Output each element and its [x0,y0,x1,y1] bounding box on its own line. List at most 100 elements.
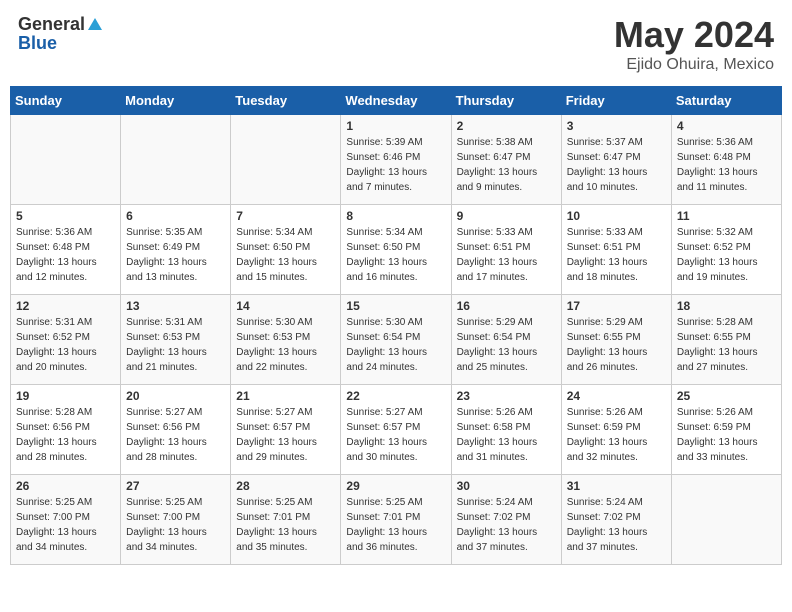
day-info: Sunrise: 5:33 AM Sunset: 6:51 PM Dayligh… [567,225,666,285]
day-number: 23 [457,389,556,403]
day-info: Sunrise: 5:25 AM Sunset: 7:00 PM Dayligh… [16,495,115,555]
calendar-week-row: 1 Sunrise: 5:39 AM Sunset: 6:46 PM Daylig… [11,115,782,205]
calendar-week-row: 12 Sunrise: 5:31 AM Sunset: 6:52 PM Dayli… [11,295,782,385]
day-number: 15 [346,299,445,313]
calendar-cell: 1 Sunrise: 5:39 AM Sunset: 6:46 PM Daylig… [341,115,451,205]
calendar-cell: 12 Sunrise: 5:31 AM Sunset: 6:52 PM Dayli… [11,295,121,385]
calendar-cell: 2 Sunrise: 5:38 AM Sunset: 6:47 PM Daylig… [451,115,561,205]
calendar-cell: 29 Sunrise: 5:25 AM Sunset: 7:01 PM Dayli… [341,475,451,565]
calendar-cell: 8 Sunrise: 5:34 AM Sunset: 6:50 PM Daylig… [341,205,451,295]
calendar-cell: 26 Sunrise: 5:25 AM Sunset: 7:00 PM Dayli… [11,475,121,565]
day-info: Sunrise: 5:31 AM Sunset: 6:53 PM Dayligh… [126,315,225,375]
day-info: Sunrise: 5:36 AM Sunset: 6:48 PM Dayligh… [677,135,776,195]
day-number: 10 [567,209,666,223]
day-number: 27 [126,479,225,493]
weekday-header-saturday: Saturday [671,87,781,115]
calendar-cell: 7Sunrise: 5:34 AM Sunset: 6:50 PM Daylig… [231,205,341,295]
day-info: Sunrise: 5:26 AM Sunset: 6:58 PM Dayligh… [457,405,556,465]
day-number: 8 [346,209,445,223]
day-info: Sunrise: 5:34 AM Sunset: 6:50 PM Dayligh… [346,225,445,285]
day-info: Sunrise: 5:31 AM Sunset: 6:52 PM Dayligh… [16,315,115,375]
calendar-header: SundayMondayTuesdayWednesdayThursdayFrid… [11,87,782,115]
calendar-cell: 14 Sunrise: 5:30 AM Sunset: 6:53 PM Dayli… [231,295,341,385]
calendar-cell: 16 Sunrise: 5:29 AM Sunset: 6:54 PM Dayli… [451,295,561,385]
month-title: May 2024 [614,14,774,56]
calendar-cell [671,475,781,565]
calendar-cell: 18Sunrise: 5:28 AM Sunset: 6:55 PM Dayli… [671,295,781,385]
calendar-cell: 31 Sunrise: 5:24 AM Sunset: 7:02 PM Dayli… [561,475,671,565]
day-number: 19 [16,389,115,403]
day-number: 26 [16,479,115,493]
calendar-cell: 27 Sunrise: 5:25 AM Sunset: 7:00 PM Dayli… [121,475,231,565]
calendar-cell: 17Sunrise: 5:29 AM Sunset: 6:55 PM Dayli… [561,295,671,385]
calendar-cell: 30 Sunrise: 5:24 AM Sunset: 7:02 PM Dayli… [451,475,561,565]
calendar-cell: 11 Sunrise: 5:32 AM Sunset: 6:52 PM Dayli… [671,205,781,295]
page-header: General Blue May 2024 Ejido Ohuira, Mexi… [10,10,782,78]
title-block: May 2024 Ejido Ohuira, Mexico [614,14,774,74]
calendar-cell: 3 Sunrise: 5:37 AM Sunset: 6:47 PM Daylig… [561,115,671,205]
day-info: Sunrise: 5:26 AM Sunset: 6:59 PM Dayligh… [677,405,776,465]
day-number: 17 [567,299,666,313]
day-number: 4 [677,119,776,133]
day-info: Sunrise: 5:35 AM Sunset: 6:49 PM Dayligh… [126,225,225,285]
weekday-header-tuesday: Tuesday [231,87,341,115]
day-info: Sunrise: 5:33 AM Sunset: 6:51 PM Dayligh… [457,225,556,285]
day-number: 16 [457,299,556,313]
calendar-cell: 22 Sunrise: 5:27 AM Sunset: 6:57 PM Dayli… [341,385,451,475]
day-number: 29 [346,479,445,493]
day-info: Sunrise: 5:29 AM Sunset: 6:54 PM Dayligh… [457,315,556,375]
logo-general-text: General [18,14,85,35]
calendar-cell: 4 Sunrise: 5:36 AM Sunset: 6:48 PM Daylig… [671,115,781,205]
day-number: 30 [457,479,556,493]
day-number: 1 [346,119,445,133]
logo: General Blue [18,14,102,54]
calendar-cell [11,115,121,205]
day-info: Sunrise: 5:30 AM Sunset: 6:54 PM Dayligh… [346,315,445,375]
day-number: 31 [567,479,666,493]
day-number: 22 [346,389,445,403]
day-number: 14 [236,299,335,313]
day-info: Sunrise: 5:38 AM Sunset: 6:47 PM Dayligh… [457,135,556,195]
day-info: Sunrise: 5:30 AM Sunset: 6:53 PM Dayligh… [236,315,335,375]
weekday-header-wednesday: Wednesday [341,87,451,115]
weekday-header-monday: Monday [121,87,231,115]
calendar-cell: 6 Sunrise: 5:35 AM Sunset: 6:49 PM Daylig… [121,205,231,295]
weekday-row: SundayMondayTuesdayWednesdayThursdayFrid… [11,87,782,115]
calendar-cell: 23 Sunrise: 5:26 AM Sunset: 6:58 PM Dayli… [451,385,561,475]
location: Ejido Ohuira, Mexico [614,56,774,74]
day-info: Sunrise: 5:39 AM Sunset: 6:46 PM Dayligh… [346,135,445,195]
calendar-cell: 19Sunrise: 5:28 AM Sunset: 6:56 PM Dayli… [11,385,121,475]
calendar-week-row: 26 Sunrise: 5:25 AM Sunset: 7:00 PM Dayli… [11,475,782,565]
day-number: 24 [567,389,666,403]
calendar-cell [231,115,341,205]
weekday-header-friday: Friday [561,87,671,115]
day-info: Sunrise: 5:24 AM Sunset: 7:02 PM Dayligh… [457,495,556,555]
day-number: 2 [457,119,556,133]
day-info: Sunrise: 5:37 AM Sunset: 6:47 PM Dayligh… [567,135,666,195]
day-info: Sunrise: 5:25 AM Sunset: 7:01 PM Dayligh… [346,495,445,555]
day-info: Sunrise: 5:36 AM Sunset: 6:48 PM Dayligh… [16,225,115,285]
calendar-cell [121,115,231,205]
calendar-cell: 24 Sunrise: 5:26 AM Sunset: 6:59 PM Dayli… [561,385,671,475]
day-number: 6 [126,209,225,223]
calendar-cell: 13 Sunrise: 5:31 AM Sunset: 6:53 PM Dayli… [121,295,231,385]
day-number: 13 [126,299,225,313]
day-number: 25 [677,389,776,403]
calendar-cell: 21 Sunrise: 5:27 AM Sunset: 6:57 PM Dayli… [231,385,341,475]
day-info: Sunrise: 5:32 AM Sunset: 6:52 PM Dayligh… [677,225,776,285]
calendar-cell: 5Sunrise: 5:36 AM Sunset: 6:48 PM Daylig… [11,205,121,295]
calendar-week-row: 19Sunrise: 5:28 AM Sunset: 6:56 PM Dayli… [11,385,782,475]
day-info: Sunrise: 5:26 AM Sunset: 6:59 PM Dayligh… [567,405,666,465]
calendar-cell: 9 Sunrise: 5:33 AM Sunset: 6:51 PM Daylig… [451,205,561,295]
day-info: Sunrise: 5:25 AM Sunset: 7:00 PM Dayligh… [126,495,225,555]
day-info: Sunrise: 5:27 AM Sunset: 6:57 PM Dayligh… [346,405,445,465]
day-number: 12 [16,299,115,313]
day-number: 11 [677,209,776,223]
calendar-cell: 10 Sunrise: 5:33 AM Sunset: 6:51 PM Dayli… [561,205,671,295]
day-number: 9 [457,209,556,223]
day-number: 21 [236,389,335,403]
day-info: Sunrise: 5:24 AM Sunset: 7:02 PM Dayligh… [567,495,666,555]
calendar-cell: 15 Sunrise: 5:30 AM Sunset: 6:54 PM Dayli… [341,295,451,385]
day-info: Sunrise: 5:27 AM Sunset: 6:57 PM Dayligh… [236,405,335,465]
day-number: 3 [567,119,666,133]
